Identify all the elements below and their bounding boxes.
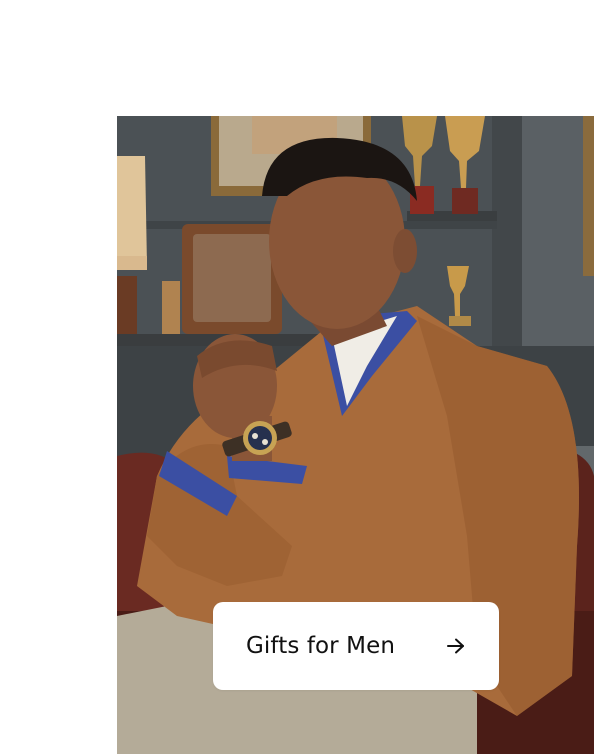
arrow-right-icon: [446, 637, 466, 655]
gifts-for-men-button[interactable]: Gifts for Men: [213, 602, 499, 690]
page: Gifts for Men: [0, 0, 600, 754]
cta-label: Gifts for Men: [246, 633, 396, 659]
